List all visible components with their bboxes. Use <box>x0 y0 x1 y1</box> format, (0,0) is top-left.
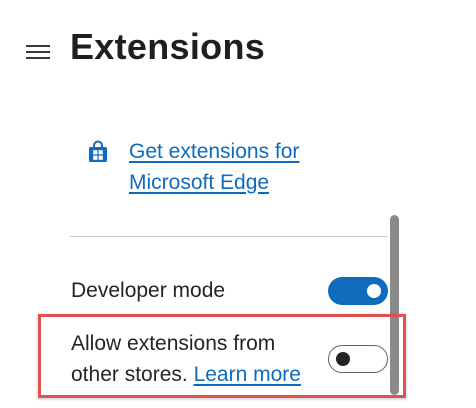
menu-line <box>26 45 50 47</box>
menu-line <box>26 57 50 59</box>
scrollbar-thumb[interactable] <box>390 215 399 395</box>
developer-mode-label: Developer mode <box>71 279 226 302</box>
toggle-knob <box>336 352 350 366</box>
developer-mode-toggle[interactable] <box>328 277 388 305</box>
toggle-knob <box>367 284 381 298</box>
hamburger-menu-icon[interactable] <box>26 44 50 60</box>
menu-line <box>26 51 50 53</box>
page-title: Extensions <box>70 26 266 67</box>
store-bag-icon <box>89 140 107 162</box>
allow-other-stores-label: Allow extensions from other stores. Lear… <box>71 328 321 390</box>
get-extensions-link[interactable]: Get extensions for Microsoft Edge <box>129 136 349 198</box>
divider <box>70 236 388 237</box>
allow-other-stores-toggle[interactable] <box>328 345 388 373</box>
learn-more-link[interactable]: Learn more <box>194 363 301 386</box>
